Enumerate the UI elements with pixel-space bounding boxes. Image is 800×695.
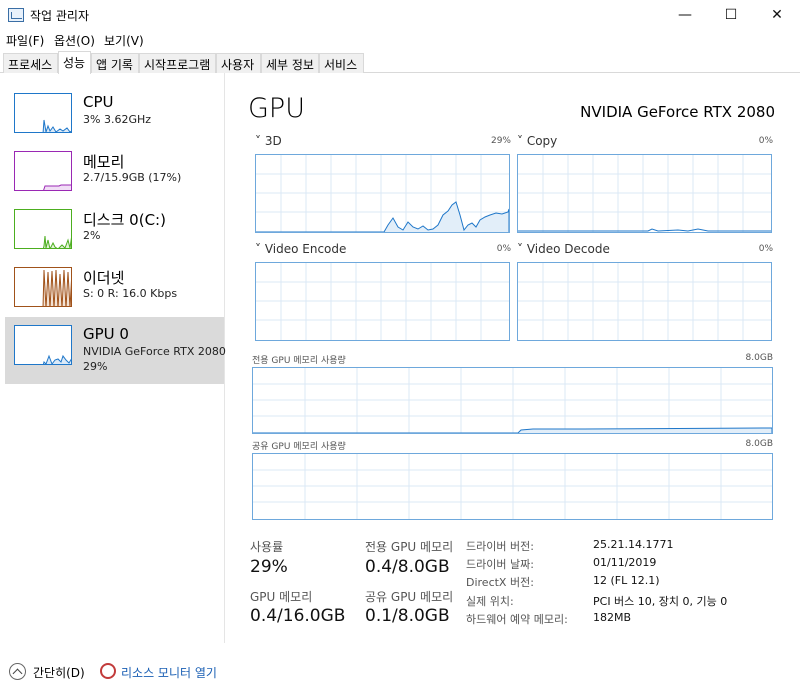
tab-users[interactable]: 사용자 [216, 53, 261, 73]
tab-services[interactable]: 서비스 [319, 53, 364, 73]
footer: 간단히(D) 리소스 모니터 열기 [0, 655, 800, 695]
info-label: 드라이버 버전: [466, 540, 534, 553]
title-bar: 작업 관리자 — ☐ ✕ [0, 0, 800, 30]
open-resource-monitor-link[interactable]: 리소스 모니터 열기 [121, 664, 217, 681]
tab-details[interactable]: 세부 정보 [261, 53, 319, 73]
maximize-button[interactable]: ☐ [708, 0, 754, 30]
sidebar-item-detail: 2.7/15.9GB (17%) [83, 171, 182, 184]
sidebar-item-memory[interactable]: 메모리 2.7/15.9GB (17%) [5, 151, 224, 209]
driver-version: 25.21.14.1771 [593, 538, 674, 551]
engine-selector-3d[interactable]: ˅ 3D [255, 134, 282, 148]
tab-performance[interactable]: 성능 [58, 51, 91, 74]
shared-memory-max: 8.0GB [745, 439, 773, 449]
shared-memory-graph [252, 453, 773, 520]
engine-percent: 0% [758, 244, 773, 254]
engine-graph-copy [517, 154, 772, 233]
sidebar-item-cpu[interactable]: CPU 3% 3.62GHz [5, 93, 224, 151]
sidebar-item-gpu[interactable]: GPU 0 NVIDIA GeForce RTX 2080 29% [5, 317, 226, 384]
menu-view[interactable]: 보기(V) [104, 32, 144, 49]
chevron-down-icon: ˅ [255, 242, 261, 256]
hardware-reserved-memory: 182MB [593, 611, 632, 624]
shared-memory-label: 공유 GPU 메모리 사용량 [252, 442, 346, 452]
menu-options[interactable]: 옵션(O) [54, 32, 95, 49]
usage-value: 29% [250, 557, 288, 577]
cpu-thumbnail-graph [14, 93, 72, 133]
tab-startup[interactable]: 시작프로그램 [139, 53, 216, 73]
page-title: GPU [248, 93, 305, 124]
chevron-down-icon: ˅ [255, 134, 261, 148]
engine-graph-video-encode [255, 262, 510, 341]
close-button[interactable]: ✕ [754, 0, 800, 30]
window-title: 작업 관리자 [30, 9, 90, 23]
tab-app-history[interactable]: 앱 기록 [91, 53, 139, 73]
engine-selector-video-decode[interactable]: ˅ Video Decode [517, 242, 610, 256]
usage-label: 사용률 [250, 540, 284, 554]
engine-graph-video-decode [517, 262, 772, 341]
gpu-memory-label: GPU 메모리 [250, 590, 313, 604]
resource-monitor-icon [100, 663, 116, 679]
sidebar-item-label: CPU [83, 93, 114, 111]
collapse-chevron-icon[interactable] [9, 663, 26, 680]
fewer-details-button[interactable]: 간단히(D) [33, 664, 85, 681]
sidebar-item-detail: S: 0 R: 16.0 Kbps [83, 287, 178, 300]
physical-location: PCI 버스 10, 장치 0, 기능 0 [593, 595, 728, 608]
menu-bar: 파일(F) 옵션(O) 보기(V) [0, 30, 800, 50]
info-label: 하드웨어 예약 메모리: [466, 613, 568, 626]
engine-percent: 0% [758, 136, 773, 146]
dedicated-memory-stat-label: 전용 GPU 메모리 [365, 540, 454, 554]
chevron-down-icon: ˅ [517, 134, 523, 148]
sidebar-item-detail-2: 29% [83, 360, 108, 373]
dedicated-memory-label: 전용 GPU 메모리 사용량 [252, 356, 346, 366]
memory-thumbnail-graph [14, 151, 72, 191]
dedicated-memory-graph [252, 367, 773, 434]
dedicated-memory-max: 8.0GB [745, 353, 773, 363]
device-name: NVIDIA GeForce RTX 2080 [580, 103, 775, 121]
shared-memory-stat-label: 공유 GPU 메모리 [365, 590, 454, 604]
shared-memory-stat-value: 0.1/8.0GB [365, 606, 450, 626]
ethernet-thumbnail-graph [14, 267, 72, 307]
dedicated-memory-stat-value: 0.4/8.0GB [365, 557, 450, 577]
sidebar-item-label: 메모리 [83, 153, 125, 171]
driver-date: 01/11/2019 [593, 556, 657, 569]
disk-thumbnail-graph [14, 209, 72, 249]
gpu-thumbnail-graph [14, 325, 72, 365]
menu-file[interactable]: 파일(F) [6, 32, 44, 49]
gpu-detail-panel: GPU NVIDIA GeForce RTX 2080 ˅ 3D 29% ˅ C… [226, 73, 800, 643]
sidebar-item-label: GPU 0 [83, 325, 129, 343]
info-label: 실제 위치: [466, 595, 514, 608]
gpu-memory-value: 0.4/16.0GB [250, 606, 346, 626]
minimize-button[interactable]: — [662, 0, 708, 30]
sidebar-item-detail: 2% [83, 229, 101, 242]
task-manager-icon [8, 8, 24, 22]
engine-selector-video-encode[interactable]: ˅ Video Encode [255, 242, 346, 256]
sidebar-item-detail: NVIDIA GeForce RTX 2080 [83, 345, 226, 358]
sidebar-item-disk[interactable]: 디스크 0(C:) 2% [5, 209, 224, 267]
engine-percent: 0% [496, 244, 511, 254]
engine-graph-3d [255, 154, 510, 233]
directx-version: 12 (FL 12.1) [593, 574, 660, 587]
engine-percent: 29% [490, 136, 511, 146]
tab-processes[interactable]: 프로세스 [3, 53, 58, 73]
performance-sidebar: CPU 3% 3.62GHz 메모리 2.7/15.9GB (17%) 디스크 … [0, 73, 226, 643]
info-label: 드라이버 날짜: [466, 558, 534, 571]
sidebar-item-label: 디스크 0(C:) [83, 211, 166, 229]
engine-selector-copy[interactable]: ˅ Copy [517, 134, 557, 148]
chevron-down-icon: ˅ [517, 242, 523, 256]
tab-bar: 프로세스 성능 앱 기록 시작프로그램 사용자 세부 정보 서비스 [0, 51, 800, 74]
sidebar-item-detail: 3% 3.62GHz [83, 113, 152, 126]
sidebar-item-label: 이더넷 [83, 269, 125, 287]
info-label: DirectX 버전: [466, 576, 534, 589]
